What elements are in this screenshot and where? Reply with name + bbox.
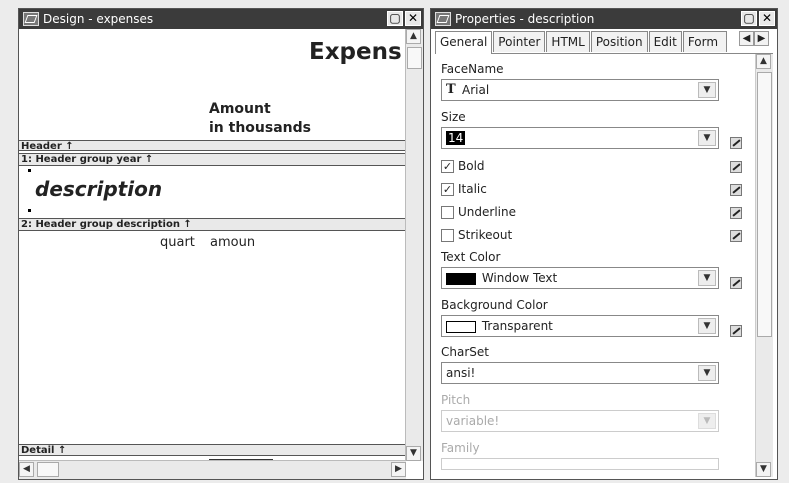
design-vertical-scrollbar[interactable]: ▲ ▼ (405, 29, 423, 461)
strikeout-label: Strikeout (458, 228, 513, 242)
expression-icon[interactable] (730, 325, 742, 337)
truetype-icon: T (446, 82, 456, 97)
size-label: Size (441, 110, 466, 124)
scroll-right-icon[interactable]: ▶ (391, 462, 406, 477)
scroll-down-icon[interactable]: ▼ (406, 446, 421, 461)
report-canvas[interactable]: Expens Amount in thousands Header ↑ 1: H… (19, 29, 405, 461)
tab-html[interactable]: HTML (546, 31, 590, 52)
amount-header-line1[interactable]: Amount (209, 101, 271, 117)
size-combo[interactable]: 14 ▼ (441, 127, 719, 149)
scroll-left-icon[interactable]: ◀ (19, 462, 34, 477)
scroll-up-icon[interactable]: ▲ (756, 54, 771, 69)
bold-label: Bold (458, 159, 485, 173)
band-header-group-year[interactable]: 1: Header group year ↑ (19, 153, 405, 166)
band-header[interactable]: Header ↑ (19, 140, 405, 152)
pitch-combo: variable! ▼ (441, 410, 719, 432)
tab-pointer[interactable]: Pointer (493, 31, 546, 52)
report-title-text[interactable]: Expens (309, 39, 402, 65)
strikeout-checkbox[interactable]: Strikeout (441, 228, 512, 242)
description-field[interactable]: description (35, 177, 162, 201)
properties-tabs: General Pointer HTML Position Edit Form (435, 31, 773, 54)
family-combo (441, 458, 719, 470)
expression-icon[interactable] (730, 207, 742, 219)
properties-title: Properties - description (455, 12, 595, 26)
chevron-down-icon[interactable]: ▼ (698, 318, 716, 334)
design-titlebar[interactable]: Design - expenses ▢ ✕ (19, 9, 423, 29)
chevron-down-icon[interactable]: ▼ (698, 270, 716, 286)
text-color-combo[interactable]: Window Text ▼ (441, 267, 719, 289)
chevron-down-icon[interactable]: ▼ (698, 365, 716, 381)
scroll-thumb[interactable] (757, 72, 772, 337)
bold-check-icon: ✓ (441, 159, 454, 173)
design-app-icon (23, 12, 39, 26)
close-button[interactable]: ✕ (405, 11, 421, 26)
text-color-swatch (446, 272, 476, 285)
amount-header-line2[interactable]: in thousands (209, 120, 311, 136)
chevron-down-icon[interactable]: ▼ (698, 130, 716, 146)
background-color-swatch (446, 320, 476, 333)
text-color-value: Window Text (481, 271, 558, 285)
tab-edit[interactable]: Edit (648, 31, 682, 52)
underline-checkbox[interactable]: Underline (441, 205, 516, 219)
properties-scrollbar[interactable]: ▲ ▼ (755, 54, 773, 477)
design-title: Design - expenses (43, 12, 154, 26)
hscroll-thumb[interactable] (37, 462, 59, 477)
tab-general[interactable]: General (435, 31, 493, 54)
properties-window: Properties - description ▢ ✕ General Poi… (430, 8, 778, 480)
design-window: Design - expenses ▢ ✕ Expens Amount in t… (18, 8, 424, 480)
selection-handle-top (28, 169, 31, 172)
strikeout-check-icon (441, 228, 454, 242)
background-color-value: Transparent (481, 319, 553, 333)
selection-handle-bottom (28, 209, 31, 212)
expression-icon[interactable] (730, 184, 742, 196)
maximize-button[interactable]: ▢ (387, 11, 403, 26)
design-horizontal-scrollbar[interactable]: ◀ ▶ (19, 460, 406, 479)
facename-value: Arial (462, 83, 490, 97)
pitch-value: variable! (446, 414, 500, 428)
charset-value: ansi! (446, 366, 476, 380)
band-header-group-description[interactable]: 2: Header group description ↑ (19, 218, 405, 231)
charset-label: CharSet (441, 345, 489, 359)
scroll-up-icon[interactable]: ▲ (406, 29, 421, 44)
band-detail[interactable]: Detail ↑ (19, 444, 405, 456)
scroll-down-icon[interactable]: ▼ (756, 462, 771, 477)
tab-position[interactable]: Position (590, 31, 648, 52)
italic-check-icon: ✓ (441, 182, 454, 196)
text-color-label: Text Color (441, 250, 501, 264)
amount-field[interactable]: amoun (210, 235, 255, 250)
properties-app-icon (435, 12, 451, 26)
underline-label: Underline (458, 205, 516, 219)
scroll-thumb[interactable] (407, 47, 422, 69)
charset-combo[interactable]: ansi! ▼ (441, 362, 719, 384)
facename-label: FaceName (441, 62, 504, 76)
properties-close-button[interactable]: ✕ (759, 11, 775, 26)
expression-icon[interactable] (730, 161, 742, 173)
italic-checkbox[interactable]: ✓ Italic (441, 182, 487, 196)
expression-icon[interactable] (730, 277, 742, 289)
background-color-label: Background Color (441, 298, 548, 312)
underline-check-icon (441, 205, 454, 219)
background-color-combo[interactable]: Transparent ▼ (441, 315, 719, 337)
tab-scroll-left-icon[interactable]: ◀ (739, 31, 754, 46)
chevron-down-icon[interactable]: ▼ (698, 82, 716, 98)
pitch-label: Pitch (441, 393, 471, 407)
tab-scroll-right-icon[interactable]: ▶ (754, 31, 769, 46)
bold-checkbox[interactable]: ✓ Bold (441, 159, 485, 173)
properties-maximize-button[interactable]: ▢ (741, 11, 757, 26)
chevron-down-icon: ▼ (698, 413, 716, 429)
facename-combo[interactable]: T Arial ▼ (441, 79, 719, 101)
family-label: Family (441, 441, 480, 455)
expression-icon[interactable] (730, 230, 742, 242)
tab-format[interactable]: Form (682, 31, 727, 52)
quart-field[interactable]: quart (160, 235, 195, 250)
size-value: 14 (446, 131, 466, 145)
general-pane: FaceName T Arial ▼ Size 14 ▼ ✓ Bold ✓ It… (435, 54, 756, 477)
properties-titlebar[interactable]: Properties - description ▢ ✕ (431, 9, 777, 29)
expression-icon[interactable] (730, 137, 742, 149)
italic-label: Italic (458, 182, 487, 196)
